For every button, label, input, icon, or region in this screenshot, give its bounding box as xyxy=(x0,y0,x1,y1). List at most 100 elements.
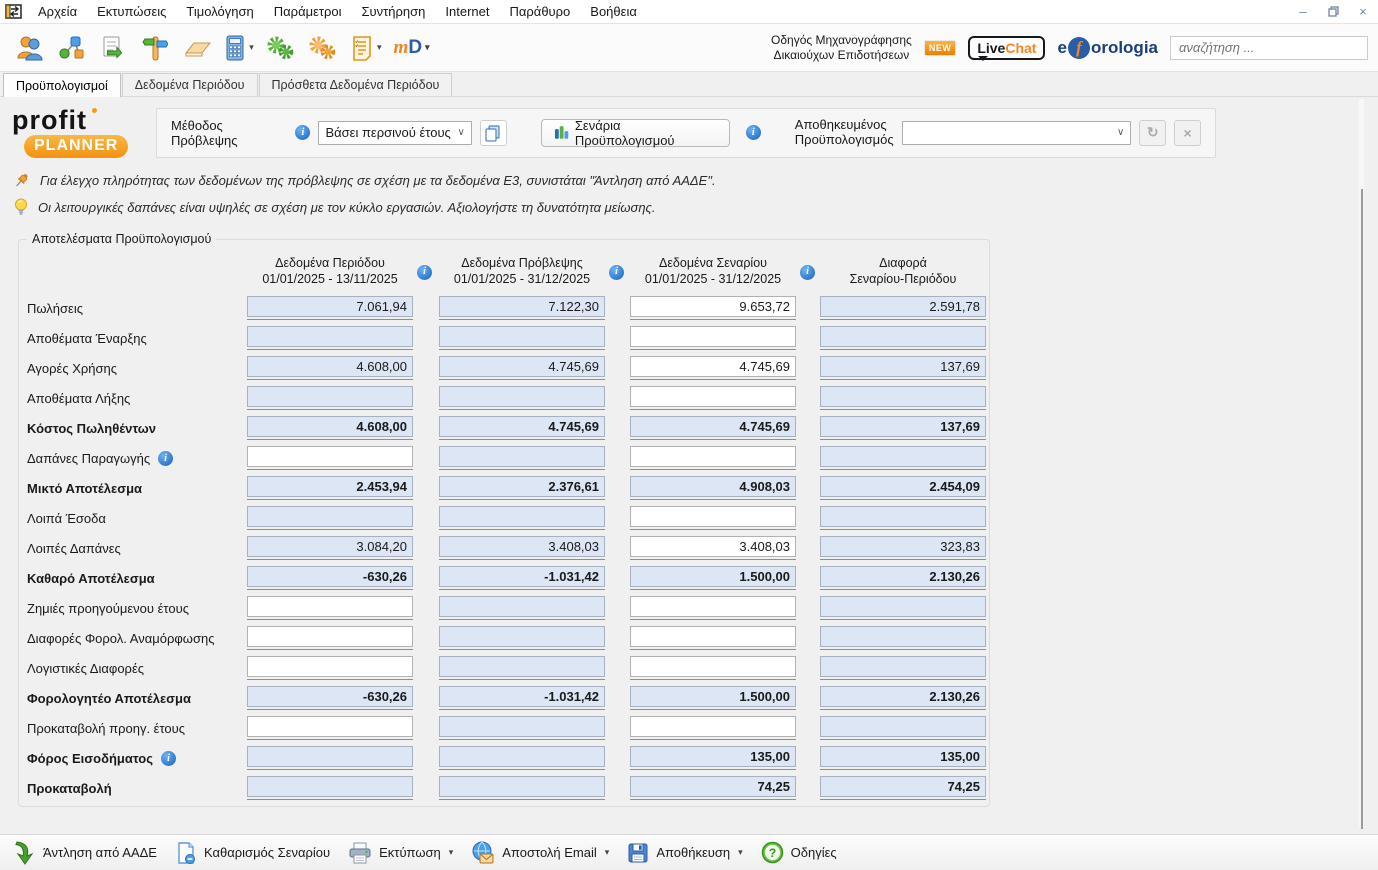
menu-timologisi[interactable]: Τιμολόγηση xyxy=(176,2,263,21)
notes-icon[interactable]: ▾ xyxy=(346,29,386,67)
aade-fetch-button[interactable]: Άντληση από ΑΑΔΕ xyxy=(8,837,169,869)
calculator-icon[interactable]: ▾ xyxy=(220,29,258,67)
tab-proypologismoi[interactable]: Προϋπολογισμοί xyxy=(3,73,121,97)
restore-button[interactable] xyxy=(1318,1,1348,23)
column-header-period: Δεδομένα Περιόδου01/01/2025 - 13/11/2025… xyxy=(247,256,413,287)
cell-underline: 7.061,94 xyxy=(247,296,413,320)
cell-underline: 3.408,03 xyxy=(630,536,796,560)
livechat-logo[interactable]: LiveChat xyxy=(968,36,1045,60)
info-icon[interactable]: i xyxy=(609,265,624,280)
value-cell[interactable]: 9.653,72 xyxy=(630,296,796,317)
print-button[interactable]: Εκτύπωση ▾ xyxy=(342,838,465,868)
value-cell: 4.908,03 xyxy=(630,476,796,497)
value-cell[interactable] xyxy=(247,596,413,617)
table-row: Ζημιές προηγούμενου έτους xyxy=(25,593,989,623)
clients-icon[interactable] xyxy=(10,29,48,67)
save-button[interactable]: Αποθήκευση ▾ xyxy=(621,838,754,868)
menu-parathyro[interactable]: Παράθυρο xyxy=(500,2,581,21)
value-cell[interactable] xyxy=(247,446,413,467)
menu-bar: Αρχεία Εκτυπώσεις Τιμολόγηση Παράμετροι … xyxy=(0,0,1378,24)
send-email-button[interactable]: Αποστολή Email ▾ xyxy=(465,837,621,869)
tab-dedomena-periodou[interactable]: Δεδομένα Περιόδου xyxy=(122,73,258,96)
cell-underline xyxy=(439,386,605,410)
info-icon[interactable]: i xyxy=(800,265,815,280)
row-label: Προκαταβολή προηγ. έτους xyxy=(25,721,247,736)
value-cell xyxy=(247,506,413,527)
table-row: Αγορές Χρήσης4.608,004.745,694.745,69137… xyxy=(25,353,989,383)
cell-underline xyxy=(820,596,986,620)
copy-forecast-button[interactable] xyxy=(480,120,507,146)
cell-underline: -1.031,42 xyxy=(439,686,605,710)
close-button[interactable]: × xyxy=(1348,1,1378,23)
signpost-icon[interactable] xyxy=(136,29,174,67)
menu-internet[interactable]: Internet xyxy=(435,2,499,21)
value-cell[interactable] xyxy=(247,626,413,647)
help-button[interactable]: ? Οδηγίες xyxy=(755,837,849,868)
info-icon[interactable]: i xyxy=(161,751,176,766)
cell-underline xyxy=(247,326,413,350)
value-cell[interactable] xyxy=(630,656,796,677)
restore-icon xyxy=(1328,6,1339,17)
forecast-panel: Μέθοδος Πρόβλεψης i Βάσει περσινού έτους… xyxy=(156,108,1216,158)
value-cell[interactable] xyxy=(630,326,796,347)
saved-budget-select[interactable]: ∨ xyxy=(902,121,1132,145)
cell-underline: 2.453,94 xyxy=(247,476,413,500)
cell-underline xyxy=(247,656,413,680)
save-dropdown-arrow[interactable]: ▾ xyxy=(738,847,743,858)
cell-underline xyxy=(247,596,413,620)
value-cell: 2.376,61 xyxy=(439,476,605,497)
value-cell[interactable] xyxy=(630,716,796,737)
value-cell: -1.031,42 xyxy=(439,686,605,707)
info-icon[interactable]: i xyxy=(417,265,432,280)
orange-gears-icon[interactable] xyxy=(304,29,342,67)
delete-budget-button: × xyxy=(1174,120,1201,146)
value-cell[interactable]: 4.745,69 xyxy=(630,356,796,377)
eforologia-logo[interactable]: eforologia xyxy=(1057,37,1158,59)
clear-scenario-button[interactable]: Καθαρισμός Σεναρίου xyxy=(169,837,342,869)
menu-voitheia[interactable]: Βοήθεια xyxy=(580,2,647,21)
clear-scenario-icon xyxy=(175,841,197,865)
vertical-scrollbar-thumb[interactable] xyxy=(1361,189,1363,829)
value-cell[interactable] xyxy=(630,446,796,467)
tab-prostheta-dedomena[interactable]: Πρόσθετα Δεδομένα Περιόδου xyxy=(259,73,453,96)
value-cell: 1.500,00 xyxy=(630,566,796,587)
value-cell[interactable] xyxy=(630,596,796,617)
document-send-icon[interactable] xyxy=(94,29,132,67)
guide-link[interactable]: Οδηγός Μηχανογράφησης Δικαιούχων Επιδοτή… xyxy=(771,33,912,62)
value-cell[interactable] xyxy=(630,506,796,527)
cell-underline xyxy=(630,506,796,530)
search-input[interactable] xyxy=(1170,36,1368,60)
cell-underline xyxy=(439,656,605,680)
connections-icon[interactable] xyxy=(52,29,90,67)
book-icon[interactable] xyxy=(178,29,216,67)
value-cell xyxy=(439,506,605,527)
value-cell[interactable]: 3.408,03 xyxy=(630,536,796,557)
value-cell: 137,69 xyxy=(820,356,986,377)
menu-ektyposeis[interactable]: Εκτυπώσεις xyxy=(87,2,176,21)
notes-dropdown-arrow[interactable]: ▾ xyxy=(377,42,382,53)
scenarios-button[interactable]: Σενάρια Προϋπολογισμού xyxy=(541,119,730,147)
menu-parametroi[interactable]: Παράμετροι xyxy=(264,2,352,21)
value-cell xyxy=(439,326,605,347)
value-cell[interactable] xyxy=(247,656,413,677)
email-dropdown-arrow[interactable]: ▾ xyxy=(605,847,610,858)
method-select[interactable]: Βάσει περσινού έτους∨ xyxy=(318,121,471,145)
green-gears-icon[interactable] xyxy=(262,29,300,67)
value-cell[interactable] xyxy=(247,716,413,737)
scenarios-info-icon[interactable]: i xyxy=(746,125,761,140)
value-cell[interactable] xyxy=(630,386,796,407)
minimize-button[interactable]: – xyxy=(1288,1,1318,23)
md-logo[interactable]: mD ▾ xyxy=(390,29,434,67)
calculator-dropdown-arrow[interactable]: ▾ xyxy=(249,42,254,53)
md-dropdown-arrow[interactable]: ▾ xyxy=(425,42,430,53)
menu-archeia[interactable]: Αρχεία xyxy=(28,2,87,21)
info-icon[interactable]: i xyxy=(158,451,173,466)
print-dropdown-arrow[interactable]: ▾ xyxy=(449,847,454,858)
value-cell xyxy=(247,776,413,797)
table-row: Λοιπές Δαπάνες3.084,203.408,033.408,0332… xyxy=(25,533,989,563)
method-info-icon[interactable]: i xyxy=(295,125,310,140)
value-cell[interactable] xyxy=(630,626,796,647)
cell-underline: -630,26 xyxy=(247,566,413,590)
menu-syntirisi[interactable]: Συντήρηση xyxy=(352,2,436,21)
cell-underline xyxy=(439,776,605,800)
